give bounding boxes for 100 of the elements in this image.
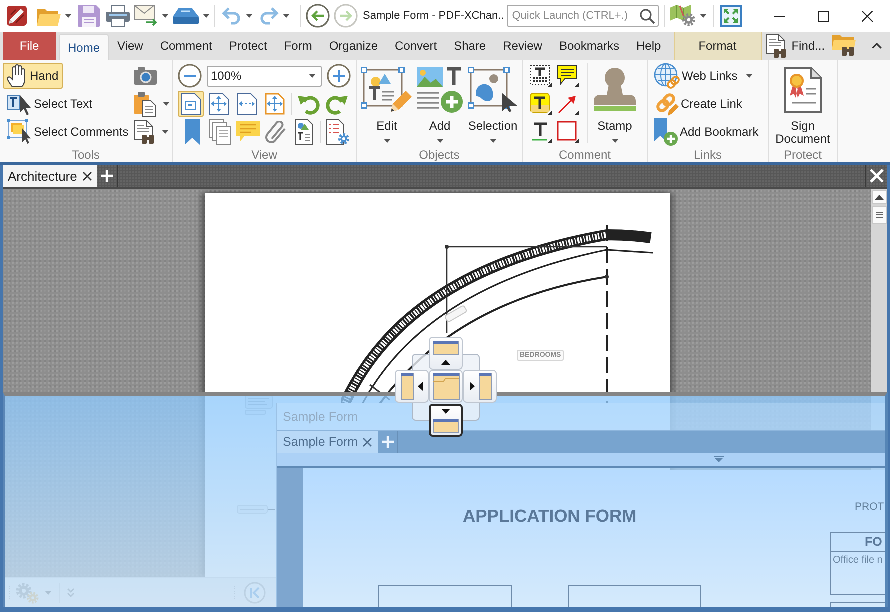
panel-right-arrow-icon: [468, 373, 492, 400]
caret-icon: [490, 139, 496, 143]
caret-icon[interactable]: [700, 14, 708, 18]
caret-icon: [612, 139, 618, 143]
form-title: APPLICATION FORM: [463, 506, 637, 527]
page-view-button[interactable]: [178, 91, 204, 117]
ribbon-tab[interactable]: Form: [276, 32, 321, 60]
bookmark-plus-icon: [654, 118, 678, 146]
scroll-up-button[interactable]: [872, 190, 886, 204]
ribbon-tab[interactable]: Share: [446, 32, 495, 60]
maximize-icon[interactable]: [818, 10, 828, 22]
highlight-text-icon[interactable]: [530, 93, 552, 115]
ribbon-tab[interactable]: Help: [628, 32, 670, 60]
chevron-up-icon[interactable]: [872, 43, 882, 49]
ribbon-tab[interactable]: Home: [59, 34, 110, 60]
ribbon-tab[interactable]: Convert: [386, 32, 446, 60]
scanner-icon[interactable]: [173, 8, 199, 24]
notes-cursor-icon: [7, 119, 31, 145]
dock-top-button[interactable]: [429, 337, 463, 370]
rectangle-icon[interactable]: [557, 121, 579, 143]
tool-button[interactable]: Select Text: [3, 91, 96, 117]
dock-right-button[interactable]: [463, 370, 497, 403]
ribbon-tab[interactable]: Organize: [320, 32, 387, 60]
add-bookmark-button[interactable]: Add Bookmark: [654, 119, 759, 145]
ribbon-tab[interactable]: Protect: [220, 32, 276, 60]
edit-button[interactable]: Edit: [361, 63, 413, 147]
envelope-icon[interactable]: [134, 5, 158, 27]
page-view-button[interactable]: [206, 91, 232, 117]
ribbon-group-label: Protect: [782, 148, 823, 162]
tool-button[interactable]: Hand: [3, 63, 63, 89]
ribbon-tab[interactable]: View: [109, 32, 152, 60]
caret-icon[interactable]: [65, 14, 72, 18]
create-link-button[interactable]: Create Link: [654, 91, 759, 117]
binoculars-document-icon[interactable]: [134, 120, 155, 144]
tool-button[interactable]: Select Comments: [3, 119, 133, 145]
web-links-button[interactable]: Web Links: [654, 63, 759, 89]
bookmark-icon[interactable]: [184, 119, 200, 145]
add-button[interactable]: Add: [414, 63, 466, 147]
rotate-right-icon[interactable]: [326, 93, 348, 115]
table-cell: [830, 602, 885, 607]
find-button[interactable]: Find...: [764, 32, 828, 60]
label-tag-icon: [444, 305, 468, 323]
rotate-left-icon[interactable]: [298, 93, 320, 115]
selection-frame-icon: [468, 67, 518, 113]
panel-down-arrow-icon: [433, 408, 459, 433]
document-tab[interactable]: Sample Form: [277, 431, 378, 453]
stamp-icon: [592, 67, 638, 113]
caret-icon[interactable]: [162, 130, 169, 134]
sign-document-button[interactable]: Sign Document: [770, 63, 836, 147]
close-icon[interactable]: [83, 172, 92, 180]
quick-launch-field[interactable]: Quick Launch (CTRL+.): [507, 5, 660, 27]
clipboard-icon[interactable]: [134, 92, 156, 116]
caret-icon[interactable]: [163, 102, 170, 106]
zoom-in-icon[interactable]: [327, 64, 351, 88]
search-icon[interactable]: [640, 8, 656, 24]
arrow-icon[interactable]: [557, 93, 579, 115]
binoculars-document-icon: [766, 34, 787, 58]
document-gear-icon[interactable]: [326, 119, 350, 145]
zoom-field[interactable]: 100%: [207, 66, 322, 86]
sticky-note-icon[interactable]: [557, 65, 579, 87]
page-frame-arrows-icon: [265, 93, 285, 115]
stamp-button[interactable]: Stamp: [589, 63, 641, 147]
scrollbar-thumb[interactable]: [872, 206, 886, 224]
document-image-icon[interactable]: [295, 119, 313, 145]
ribbon-tab[interactable]: Comment: [152, 32, 221, 60]
app-logo-icon[interactable]: [7, 6, 27, 26]
close-icon[interactable]: [862, 10, 872, 22]
camera-icon[interactable]: [134, 67, 157, 85]
page-ratio-icon: [181, 93, 201, 115]
pages-icon[interactable]: [209, 119, 231, 145]
selection-button[interactable]: Selection: [467, 63, 519, 147]
window-title: Sample Form - PDF-XChan..: [363, 10, 504, 22]
caret-icon[interactable]: [246, 14, 253, 18]
field-label: Office file n: [832, 554, 883, 566]
ribbon-tab[interactable]: Bookmarks: [550, 32, 628, 60]
ribbon-group-label: Objects: [418, 148, 461, 162]
dock-center-button[interactable]: [429, 370, 463, 403]
dock-left-button[interactable]: [395, 370, 429, 403]
ribbon-tab[interactable]: Format: [674, 32, 762, 60]
printer-icon[interactable]: [106, 5, 130, 27]
ribbon-tab[interactable]: Review: [494, 32, 551, 60]
caret-icon[interactable]: [283, 14, 290, 18]
document-tab[interactable]: Architecture: [3, 165, 97, 187]
folder-binoculars-icon[interactable]: [832, 32, 856, 56]
map-gear-icon[interactable]: [670, 5, 696, 27]
back-icon[interactable]: [306, 4, 330, 28]
image-text-plus-icon: [417, 67, 463, 113]
dock-bottom-button[interactable]: [429, 404, 463, 437]
typewriter-icon[interactable]: [530, 65, 552, 87]
caret-icon[interactable]: [162, 14, 169, 18]
underline-text-icon[interactable]: [530, 121, 552, 143]
panel-up-arrow-icon: [433, 341, 459, 366]
caret-icon[interactable]: [309, 74, 316, 78]
paperclip-icon[interactable]: [265, 120, 287, 144]
zoom-out-icon[interactable]: [178, 64, 202, 88]
file-menu-tab[interactable]: File: [3, 32, 56, 60]
page-view-button[interactable]: [234, 91, 260, 117]
fullscreen-icon[interactable]: [720, 5, 742, 27]
link-pencil-icon: [654, 91, 679, 117]
caret-icon[interactable]: [203, 14, 210, 18]
